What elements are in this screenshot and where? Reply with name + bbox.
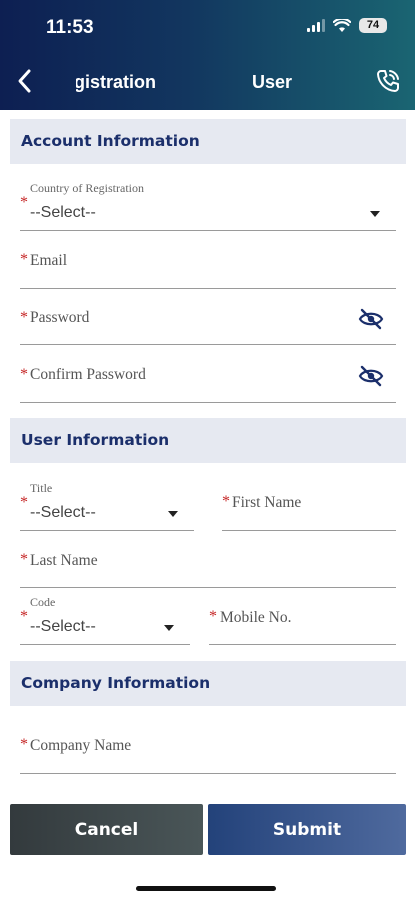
required-asterisk: * [20, 736, 28, 753]
required-asterisk: * [222, 493, 230, 510]
tab-registration[interactable]: Registration [76, 72, 156, 96]
required-asterisk: * [20, 494, 28, 511]
tab-user[interactable]: User [236, 72, 308, 93]
required-asterisk: * [20, 251, 28, 268]
cancel-button[interactable]: Cancel [10, 804, 203, 855]
country-label: Country of Registration [30, 181, 144, 195]
first-name-placeholder: First Name [232, 494, 302, 511]
chevron-left-icon [18, 69, 31, 93]
country-select[interactable]: Country of Registration * --Select-- [20, 178, 396, 231]
code-value: --Select-- [30, 618, 96, 635]
last-name-placeholder: Last Name [30, 552, 98, 569]
title-select[interactable]: Title * --Select-- [20, 478, 194, 531]
required-asterisk: * [20, 309, 28, 326]
home-indicator [136, 886, 276, 891]
first-name-field[interactable]: * First Name [222, 488, 396, 531]
required-asterisk: * [20, 551, 28, 568]
password-field[interactable]: * Password [20, 303, 396, 345]
submit-button[interactable]: Submit [208, 804, 406, 855]
company-name-field[interactable]: * Company Name [20, 731, 396, 774]
required-asterisk: * [20, 608, 28, 625]
confirm-password-placeholder: Confirm Password [30, 366, 146, 383]
mobile-placeholder: Mobile No. [220, 609, 292, 626]
status-time: 11:53 [46, 17, 94, 38]
status-icons: 74 [307, 18, 387, 33]
confirm-password-field[interactable]: * Confirm Password [20, 360, 396, 403]
mobile-number-field[interactable]: * Mobile No. [209, 603, 396, 645]
dropdown-caret-icon [168, 511, 178, 517]
email-placeholder: Email [30, 252, 68, 269]
required-asterisk: * [20, 194, 28, 211]
title-value: --Select-- [30, 504, 96, 521]
phone-icon [377, 70, 399, 92]
country-value: --Select-- [30, 204, 96, 221]
required-asterisk: * [209, 608, 217, 625]
wifi-icon [333, 18, 351, 32]
email-field[interactable]: * Email [20, 246, 396, 289]
required-asterisk: * [20, 366, 28, 383]
eye-off-icon[interactable] [358, 365, 384, 387]
country-code-select[interactable]: Code * --Select-- [20, 592, 190, 645]
signal-icon [307, 19, 325, 32]
tab-registration-label: Registration [76, 72, 156, 92]
dropdown-caret-icon [370, 211, 380, 217]
app-header: 11:53 74 Registration User [0, 0, 415, 110]
title-label: Title [30, 481, 53, 495]
company-name-placeholder: Company Name [30, 737, 132, 754]
section-company-information: Company Information [10, 661, 406, 706]
section-account-information: Account Information [10, 119, 406, 164]
dropdown-caret-icon [164, 625, 174, 631]
eye-off-icon[interactable] [358, 308, 384, 330]
back-button[interactable] [14, 66, 36, 96]
last-name-field[interactable]: * Last Name [20, 546, 396, 588]
battery-icon: 74 [359, 18, 387, 33]
call-button[interactable] [375, 68, 401, 94]
password-placeholder: Password [30, 309, 90, 326]
section-user-information: User Information [10, 418, 406, 463]
code-label: Code [30, 595, 56, 609]
